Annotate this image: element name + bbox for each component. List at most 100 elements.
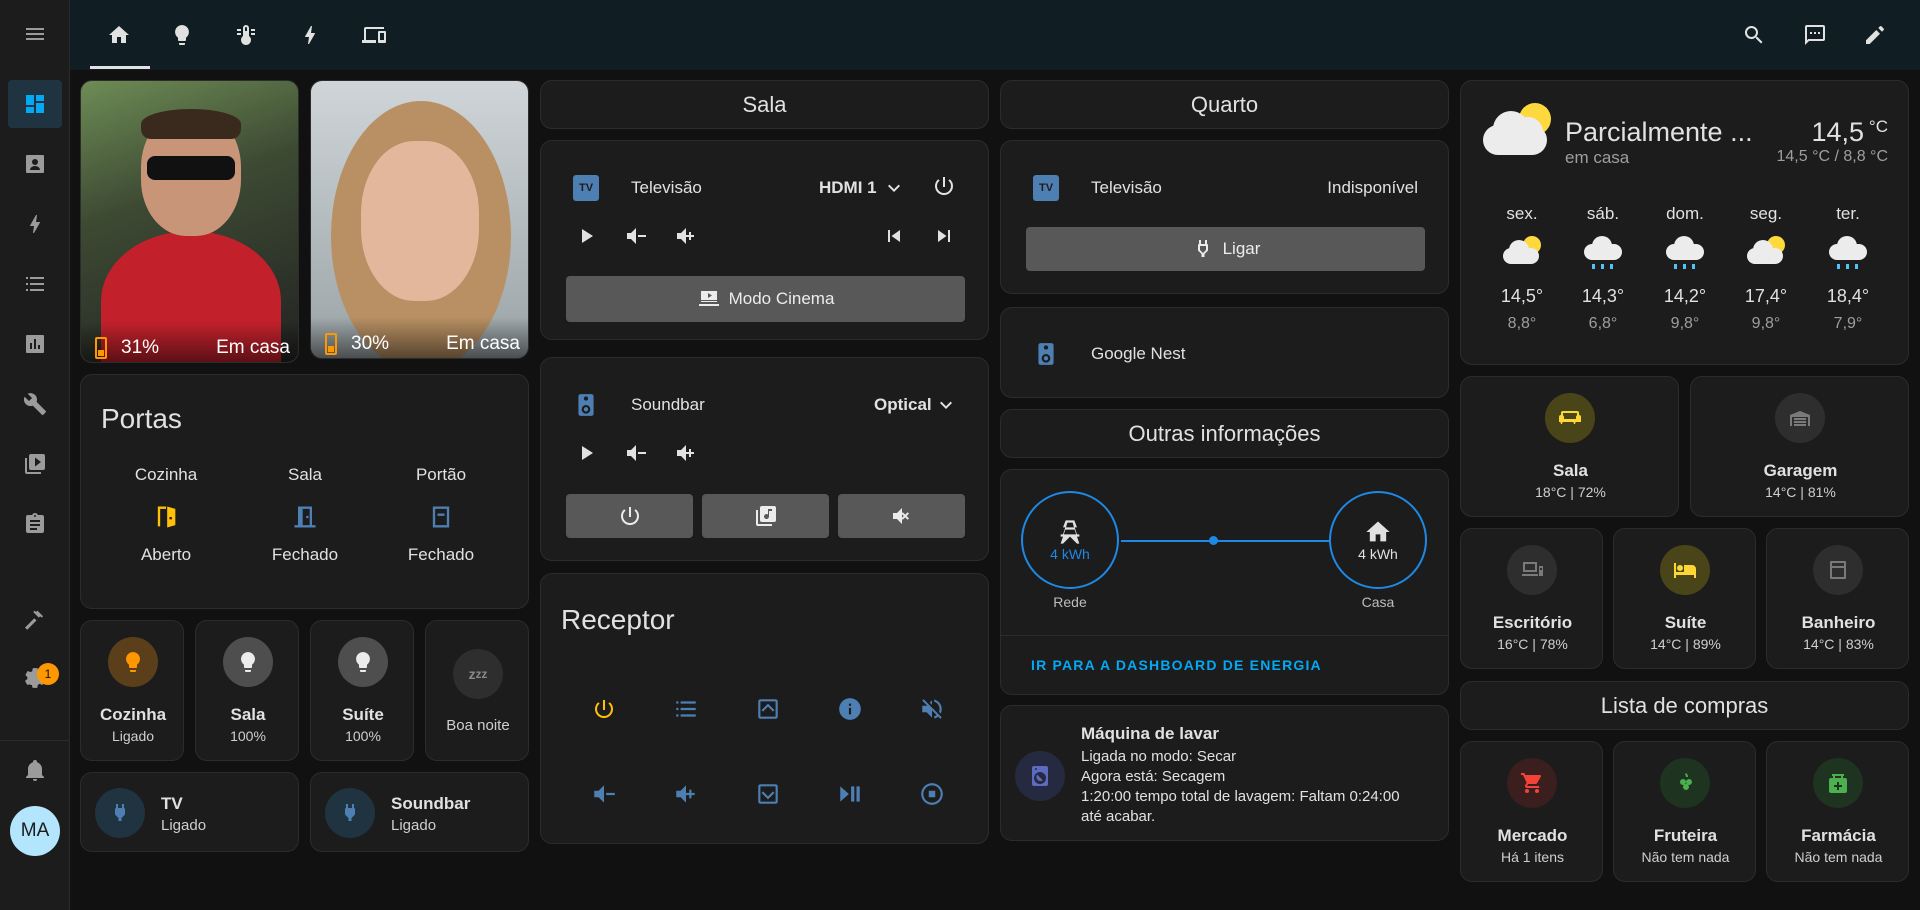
list-icon[interactable] bbox=[17, 266, 53, 302]
forecast-high: 14,2° bbox=[1663, 286, 1707, 306]
arrow-up-box-icon[interactable] bbox=[751, 692, 785, 726]
media-icon[interactable] bbox=[17, 446, 53, 482]
chevron-down-icon[interactable] bbox=[879, 173, 909, 203]
chat-icon[interactable] bbox=[1797, 17, 1833, 53]
tile-name: Fruteira bbox=[1653, 826, 1718, 845]
grid-label: Rede bbox=[1053, 594, 1087, 610]
person-card[interactable]: 31% Em casa bbox=[80, 80, 299, 363]
source-select[interactable]: HDMI 1 bbox=[819, 178, 877, 198]
energy-dashboard-link[interactable]: IR PARA A DASHBOARD DE ENERGIA bbox=[1031, 657, 1322, 673]
menu-icon[interactable] bbox=[17, 16, 53, 52]
cinema-mode-button[interactable]: Modo Cinema bbox=[566, 276, 965, 322]
tile-name: Mercado bbox=[1497, 826, 1568, 845]
devices-icon[interactable] bbox=[356, 17, 392, 53]
plug-tile-soundbar[interactable]: Soundbar Ligado bbox=[310, 772, 529, 852]
energy-distribution-card: 4 kWh Rede 4 kWh Casa IR PARA A DASHBOAR… bbox=[1000, 469, 1449, 695]
lightning-icon[interactable] bbox=[17, 206, 53, 242]
dashboard-icon[interactable] bbox=[17, 86, 53, 122]
thermometer-icon[interactable] bbox=[228, 17, 264, 53]
home-label: Casa bbox=[1361, 594, 1395, 610]
skip-next-icon[interactable] bbox=[929, 221, 959, 251]
power-button[interactable] bbox=[566, 494, 693, 538]
garage-icon bbox=[1775, 393, 1825, 443]
shopping-list-mercado[interactable]: Mercado Há 1 itens bbox=[1460, 741, 1603, 882]
hammer-icon[interactable] bbox=[17, 602, 53, 638]
washing-machine-card[interactable]: Máquina de lavar Ligada no modo: Secar A… bbox=[1000, 705, 1449, 841]
partly-cloudy-icon bbox=[1745, 234, 1787, 270]
tile-state: Há 1 itens bbox=[1500, 849, 1565, 865]
home-icon[interactable] bbox=[101, 17, 137, 53]
desktop-icon bbox=[1507, 545, 1557, 595]
room-tile-sala[interactable]: Sala 18°C | 72% bbox=[1460, 376, 1679, 517]
mute-button[interactable] bbox=[838, 494, 965, 538]
light-tile-cozinha[interactable]: Cozinha Ligado bbox=[80, 620, 184, 761]
account-box-icon[interactable] bbox=[17, 146, 53, 182]
tile-name: Cozinha bbox=[99, 705, 167, 724]
stop-circle-icon[interactable] bbox=[915, 777, 949, 811]
energy-flow-dot bbox=[1209, 536, 1218, 545]
volume-plus-icon[interactable] bbox=[671, 221, 701, 251]
power-icon[interactable] bbox=[587, 692, 621, 726]
chevron-down-icon[interactable] bbox=[931, 390, 961, 420]
arrow-down-box-icon[interactable] bbox=[751, 777, 785, 811]
shopping-list-farmacia[interactable]: Farmácia Não tem nada bbox=[1766, 741, 1909, 882]
volume-minus-icon[interactable] bbox=[621, 438, 651, 468]
media-player-tv-sala: TV Televisão HDMI 1 Modo Cinema bbox=[540, 140, 989, 340]
avatar[interactable]: MA bbox=[10, 806, 60, 856]
volume-minus-icon[interactable] bbox=[587, 777, 621, 811]
status-lines: Ligada no modo: Secar Agora está: Secage… bbox=[1081, 747, 1400, 827]
room-tile-garagem[interactable]: Garagem 14°C | 81% bbox=[1690, 376, 1909, 517]
tile-state: Não tem nada bbox=[1794, 849, 1883, 865]
light-tile-sala[interactable]: Sala 100% bbox=[195, 620, 299, 761]
bed-icon bbox=[1660, 545, 1710, 595]
chart-icon[interactable] bbox=[17, 326, 53, 362]
scene-tile-boa-noite[interactable]: zzz Boa noite bbox=[425, 620, 529, 761]
play-pause-icon[interactable] bbox=[833, 777, 867, 811]
room-tile-banheiro[interactable]: Banheiro 14°C | 83% bbox=[1766, 528, 1909, 669]
door-cozinha[interactable]: Cozinha Aberto bbox=[111, 465, 221, 565]
volume-minus-icon[interactable] bbox=[621, 221, 651, 251]
volume-off-icon[interactable] bbox=[915, 692, 949, 726]
power-icon[interactable] bbox=[929, 171, 959, 201]
search-icon[interactable] bbox=[1736, 17, 1772, 53]
weather-card[interactable]: Parcialmente ... em casa 14,5 °C 14,5 °C… bbox=[1460, 80, 1909, 365]
pencil-icon[interactable] bbox=[1857, 17, 1893, 53]
clipboard-icon[interactable] bbox=[17, 506, 53, 542]
active-tab-indicator bbox=[90, 66, 150, 69]
volume-plus-icon[interactable] bbox=[671, 438, 701, 468]
home-value: 4 kWh bbox=[1358, 546, 1398, 562]
menu-list-icon[interactable] bbox=[669, 692, 703, 726]
room-tile-escritorio[interactable]: Escritório 16°C | 78% bbox=[1460, 528, 1603, 669]
home-node[interactable]: 4 kWh bbox=[1329, 491, 1427, 589]
room-tile-suite[interactable]: Suíte 14°C | 89% bbox=[1613, 528, 1756, 669]
tile-state: Ligado bbox=[111, 728, 155, 744]
tile-state: 16°C | 78% bbox=[1497, 636, 1568, 652]
lightbulb-icon[interactable] bbox=[164, 17, 200, 53]
weather-unit: °C bbox=[1868, 117, 1888, 136]
turn-on-button[interactable]: Ligar bbox=[1026, 227, 1425, 271]
audio-mode-button[interactable] bbox=[702, 494, 829, 538]
wrench-icon[interactable] bbox=[17, 386, 53, 422]
play-icon[interactable] bbox=[571, 221, 601, 251]
bell-icon[interactable] bbox=[17, 752, 53, 788]
play-icon[interactable] bbox=[571, 438, 601, 468]
person-card[interactable]: 30% Em casa bbox=[310, 80, 529, 359]
source-select[interactable]: Optical bbox=[874, 395, 932, 415]
light-tile-suite[interactable]: Suíte 100% bbox=[310, 620, 414, 761]
tile-state: 100% bbox=[230, 728, 266, 744]
receiver-remote: Receptor bbox=[540, 573, 989, 844]
theater-icon bbox=[698, 291, 719, 306]
information-icon[interactable] bbox=[833, 692, 867, 726]
volume-plus-icon[interactable] bbox=[669, 777, 703, 811]
door-sala[interactable]: Sala Fechado bbox=[250, 465, 360, 565]
lightning-icon[interactable] bbox=[292, 17, 328, 53]
door-portao[interactable]: Portão Fechado bbox=[386, 465, 496, 565]
cart-icon bbox=[1507, 758, 1557, 808]
power-plug-icon bbox=[1197, 240, 1208, 257]
sleep-icon: zzz bbox=[453, 649, 503, 699]
partly-cloudy-icon bbox=[1483, 103, 1553, 159]
skip-previous-icon[interactable] bbox=[879, 221, 909, 251]
grid-node[interactable]: 4 kWh bbox=[1021, 491, 1119, 589]
plug-tile-tv[interactable]: TV Ligado bbox=[80, 772, 299, 852]
shopping-list-fruteira[interactable]: Fruteira Não tem nada bbox=[1613, 741, 1756, 882]
